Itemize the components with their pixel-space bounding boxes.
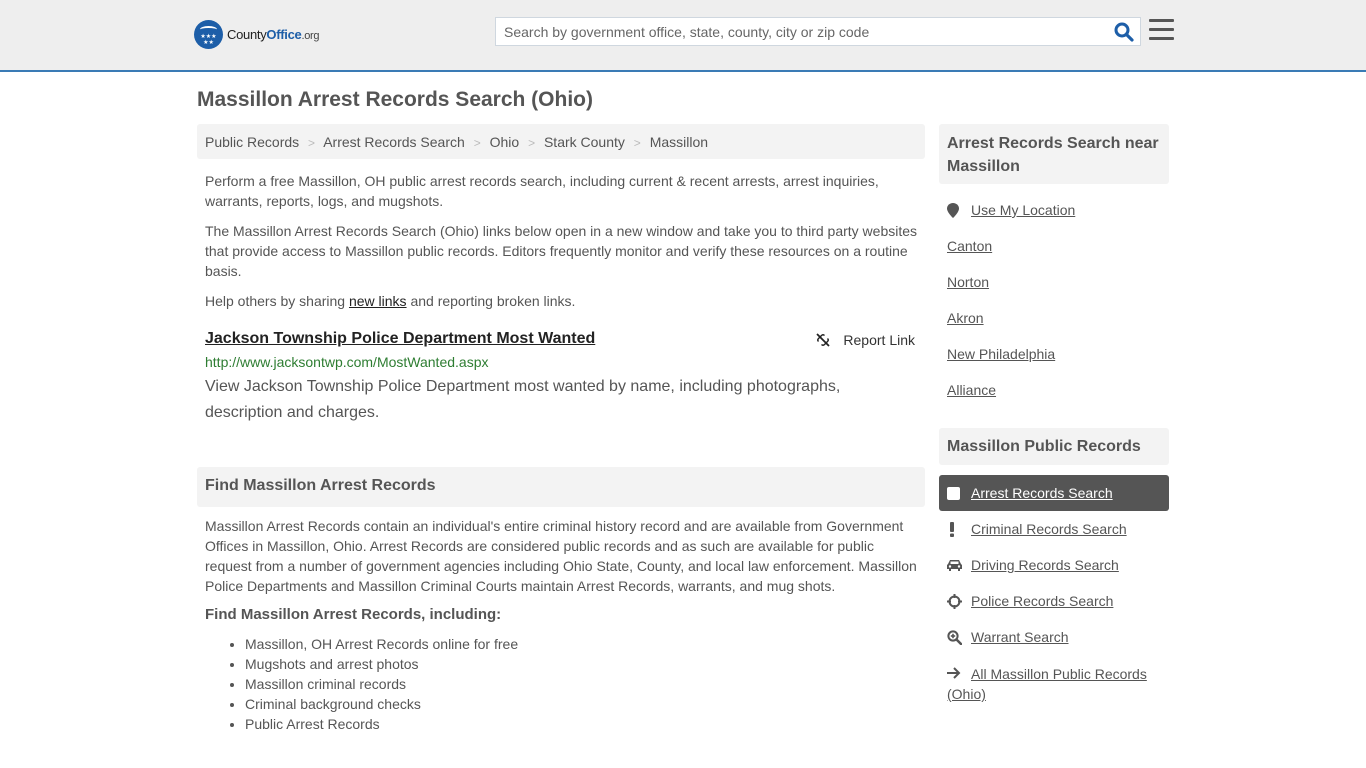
result-description: View Jackson Township Police Department … xyxy=(205,378,841,421)
intro-paragraph: Perform a free Massillon, OH public arre… xyxy=(205,173,879,209)
car-icon xyxy=(947,559,963,571)
square-icon xyxy=(947,486,963,500)
city-link-akron[interactable]: Akron xyxy=(947,310,984,326)
breadcrumb: Public Records > Arrest Records Search >… xyxy=(197,124,925,159)
list-item: Mugshots and arrest photos xyxy=(245,654,921,674)
city-link-norton[interactable]: Norton xyxy=(947,274,989,290)
intro-paragraph: The Massillon Arrest Records Search (Ohi… xyxy=(205,223,918,279)
use-location-item: Use My Location xyxy=(939,192,1169,228)
city-link-new-philadelphia[interactable]: New Philadelphia xyxy=(947,346,1055,362)
sidebar-public-records: Massillon Public Records Arrest Records … xyxy=(939,428,1169,704)
nearby-city-item: Canton xyxy=(939,228,1169,264)
page-title: Massillon Arrest Records Search (Ohio) xyxy=(197,88,593,111)
find-section-subheading: Find Massillon Arrest Records, including… xyxy=(205,606,502,623)
breadcrumb-item-arrest-records-search[interactable]: Arrest Records Search xyxy=(323,134,465,150)
report-link-button[interactable]: Report Link xyxy=(815,332,915,348)
list-item: Massillon criminal records xyxy=(245,674,921,694)
sidebar-item-criminal-records-search[interactable]: Criminal Records Search xyxy=(939,511,1169,547)
sidebar-link[interactable]: All Massillon Public Records (Ohio) xyxy=(947,666,1147,702)
nearby-list: Use My Location Canton Norton Akron New … xyxy=(939,192,1169,408)
search-input[interactable] xyxy=(496,18,1106,45)
breadcrumb-separator: > xyxy=(473,136,481,150)
find-section-heading: Find Massillon Arrest Records xyxy=(197,467,925,507)
nearby-city-item: Norton xyxy=(939,264,1169,300)
menu-bar-icon xyxy=(1149,28,1174,31)
arrow-right-icon xyxy=(947,667,963,679)
intro-text: Perform a free Massillon, OH public arre… xyxy=(205,171,921,321)
nearby-city-item: New Philadelphia xyxy=(939,336,1169,372)
sidebar-item-police-records-search[interactable]: Police Records Search xyxy=(939,583,1169,619)
eagle-logo-icon: ★★★ ★★ xyxy=(194,20,223,49)
search-icon xyxy=(1114,22,1134,42)
search-plus-icon xyxy=(947,629,963,645)
breadcrumb-item-massillon[interactable]: Massillon xyxy=(650,134,708,150)
nearby-city-item: Alliance xyxy=(939,372,1169,408)
map-marker-icon xyxy=(947,202,963,218)
sidebar-item-arrest-records-search[interactable]: Arrest Records Search xyxy=(939,475,1169,511)
sidebar-item-warrant-search[interactable]: Warrant Search xyxy=(939,619,1169,655)
breadcrumb-separator: > xyxy=(308,136,316,150)
use-my-location-link[interactable]: Use My Location xyxy=(971,202,1075,218)
sidebar-nearby-heading: Arrest Records Search near Massillon xyxy=(939,124,1169,184)
sidebar-link[interactable]: Criminal Records Search xyxy=(971,521,1127,537)
site-header: ★★★ ★★ CountyOffice.org xyxy=(0,0,1366,72)
list-item: Massillon, OH Arrest Records online for … xyxy=(245,634,921,654)
breadcrumb-separator: > xyxy=(633,136,641,150)
sidebar-item-driving-records-search[interactable]: Driving Records Search xyxy=(939,547,1169,583)
sidebar-nearby: Arrest Records Search near Massillon Use… xyxy=(939,124,1169,408)
breadcrumb-item-stark-county[interactable]: Stark County xyxy=(544,134,625,150)
find-section-body: Massillon Arrest Records contain an indi… xyxy=(205,516,921,734)
public-records-list: Arrest Records Search Criminal Records S… xyxy=(939,475,1169,704)
menu-bar-icon xyxy=(1149,37,1174,40)
search-button[interactable] xyxy=(1114,22,1134,42)
exclamation-icon xyxy=(947,521,963,537)
report-link-label: Report Link xyxy=(843,332,915,348)
find-section-paragraph: Massillon Arrest Records contain an indi… xyxy=(205,518,917,594)
search-box xyxy=(495,17,1141,46)
city-link-canton[interactable]: Canton xyxy=(947,238,992,254)
crosshairs-icon xyxy=(947,593,963,609)
breadcrumb-item-public-records[interactable]: Public Records xyxy=(205,134,299,150)
sidebar-public-records-heading: Massillon Public Records xyxy=(939,428,1169,465)
broken-link-icon xyxy=(816,333,831,347)
nearby-city-item: Akron xyxy=(939,300,1169,336)
sidebar-link[interactable]: Police Records Search xyxy=(971,593,1113,609)
share-links-note: Help others by sharing new links and rep… xyxy=(205,293,576,309)
sidebar-link[interactable]: Warrant Search xyxy=(971,629,1069,645)
menu-bar-icon xyxy=(1149,19,1174,22)
breadcrumb-item-ohio[interactable]: Ohio xyxy=(490,134,520,150)
list-item: Criminal background checks xyxy=(245,694,921,714)
result-title-link[interactable]: Jackson Township Police Department Most … xyxy=(205,330,595,347)
sidebar-item-all-public-records[interactable]: All Massillon Public Records (Ohio) xyxy=(939,655,1169,704)
city-link-alliance[interactable]: Alliance xyxy=(947,382,996,398)
list-item: Public Arrest Records xyxy=(245,714,921,734)
find-records-list: Massillon, OH Arrest Records online for … xyxy=(245,634,921,734)
logo-wordmark: CountyOffice.org xyxy=(227,27,320,42)
result-url: http://www.jacksontwp.com/MostWanted.asp… xyxy=(205,354,489,370)
new-links-link[interactable]: new links xyxy=(349,293,407,309)
sidebar-link[interactable]: Driving Records Search xyxy=(971,557,1119,573)
site-logo[interactable]: ★★★ ★★ CountyOffice.org xyxy=(194,20,319,49)
sidebar-link[interactable]: Arrest Records Search xyxy=(971,485,1113,501)
hamburger-menu-button[interactable] xyxy=(1149,19,1175,43)
result-item: Jackson Township Police Department Most … xyxy=(205,330,917,426)
breadcrumb-separator: > xyxy=(528,136,536,150)
